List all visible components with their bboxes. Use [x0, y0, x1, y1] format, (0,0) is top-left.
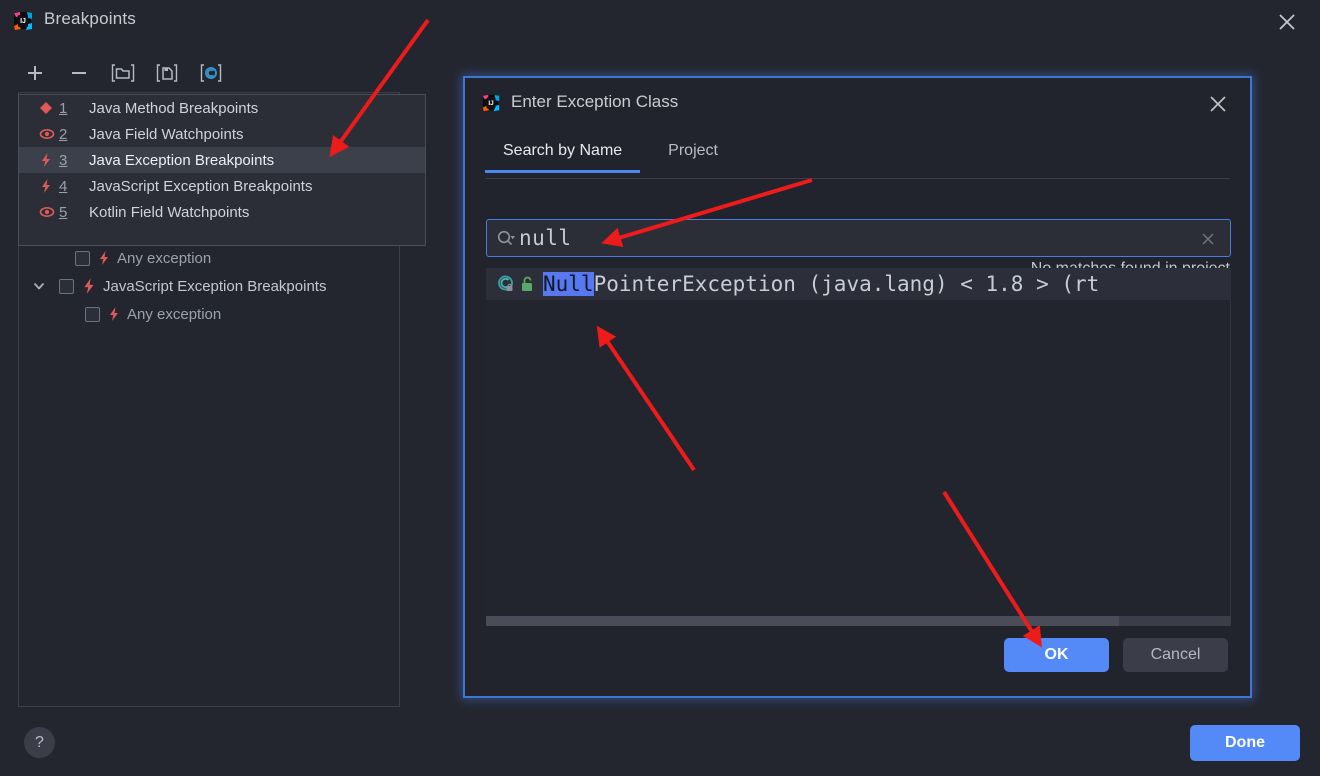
tree-row[interactable]: Any exception [75, 245, 211, 271]
dialog-title-bar: IJ Enter Exception Class [465, 78, 1250, 130]
help-button-label: ? [35, 733, 44, 751]
intellij-idea-logo-icon: IJ [12, 10, 34, 32]
bolt-exception-icon [97, 250, 111, 266]
add-breakpoint-button[interactable] [22, 60, 48, 86]
result-rest-text: PointerException (java.lang) < 1.8 > (rt [593, 272, 1100, 296]
dropdown-item-number: 4 [59, 177, 68, 195]
dialog-tabs: Search by Name Project [485, 136, 736, 173]
group-by-class-icon[interactable] [198, 60, 224, 86]
help-button[interactable]: ? [24, 727, 55, 758]
dropdown-item-label: JavaScript Exception Breakpoints [89, 177, 313, 195]
tree-row-label: Any exception [117, 249, 212, 267]
unlocked-public-icon [519, 275, 535, 293]
dropdown-item-label: Kotlin Field Watchpoints [89, 203, 250, 221]
result-row-nullpointerexception[interactable]: NullPointerException (java.lang) < 1.8 >… [486, 268, 1231, 300]
dropdown-item-number: 1 [59, 99, 68, 117]
dropdown-item-java-method-breakpoints[interactable]: 1 Java Method Breakpoints [19, 95, 425, 121]
group-by-file-icon[interactable] [154, 60, 180, 86]
clear-icon[interactable] [1198, 229, 1218, 249]
dialog-button-bar: OK Cancel [1004, 638, 1228, 672]
done-button-label: Done [1225, 734, 1265, 751]
dropdown-item-label: Java Method Breakpoints [89, 99, 259, 117]
search-input[interactable]: null [486, 219, 1231, 257]
dropdown-item-number: 5 [59, 203, 68, 221]
eye-watchpoint-icon [39, 127, 59, 141]
search-dropdown-icon[interactable] [496, 228, 518, 248]
tree-row[interactable]: JavaScript Exception Breakpoints [31, 273, 326, 299]
tree-row-checkbox[interactable] [75, 250, 90, 266]
dropdown-item-number: 2 [59, 125, 68, 143]
search-input-value: null [519, 226, 572, 250]
chevron-down-icon[interactable] [31, 278, 47, 294]
tree-row-checkbox[interactable] [59, 278, 74, 294]
tree-row-label: JavaScript Exception Breakpoints [103, 277, 327, 295]
tab-label: Search by Name [503, 142, 623, 159]
cancel-button[interactable]: Cancel [1123, 638, 1228, 672]
bolt-exception-icon [39, 152, 59, 168]
dropdown-item-javascript-exception-breakpoints[interactable]: 4 JavaScript Exception Breakpoints [19, 173, 425, 199]
bolt-exception-icon [81, 277, 97, 295]
group-by-folder-icon[interactable] [110, 60, 136, 86]
tab-search-by-name[interactable]: Search by Name [485, 136, 641, 173]
dropdown-item-kotlin-field-watchpoints[interactable]: 5 Kotlin Field Watchpoints [19, 199, 425, 225]
tabs-divider [485, 178, 1230, 179]
tab-project[interactable]: Project [650, 136, 736, 173]
breakpoint-type-dropdown[interactable]: 1 Java Method Breakpoints 2 Java Field W… [18, 94, 426, 246]
tree-row-label: Any exception [127, 305, 222, 323]
horizontal-scrollbar[interactable] [486, 616, 1119, 626]
breakpoints-toolbar [22, 58, 422, 88]
result-match-highlight: Null [543, 272, 594, 296]
dropdown-item-java-exception-breakpoints[interactable]: 3 Java Exception Breakpoints [19, 147, 425, 173]
window-title-bar: IJ Breakpoints [0, 0, 1320, 44]
ok-button-label: OK [1044, 646, 1069, 663]
dropdown-item-label: Java Field Watchpoints [89, 125, 244, 143]
results-list[interactable] [486, 268, 1231, 623]
intellij-idea-logo-icon: IJ [481, 93, 501, 113]
window-close-button[interactable] [1274, 9, 1300, 35]
tree-row-checkbox[interactable] [85, 306, 100, 322]
dialog-close-button[interactable] [1206, 92, 1230, 116]
done-button[interactable]: Done [1190, 725, 1300, 761]
window-title: Breakpoints [44, 9, 136, 28]
dropdown-item-label: Java Exception Breakpoints [89, 151, 275, 169]
tab-label: Project [668, 142, 718, 159]
dialog-title: Enter Exception Class [511, 92, 679, 111]
svg-text:IJ: IJ [488, 100, 494, 107]
bolt-exception-icon [39, 178, 59, 194]
dropdown-item-java-field-watchpoints[interactable]: 2 Java Field Watchpoints [19, 121, 425, 147]
diamond-breakpoint-icon [39, 101, 59, 115]
enter-exception-class-dialog: IJ Enter Exception Class Search by Name … [463, 76, 1252, 698]
eye-watchpoint-icon [39, 205, 59, 219]
ok-button[interactable]: OK [1004, 638, 1109, 672]
svg-text:IJ: IJ [20, 18, 26, 25]
cancel-button-label: Cancel [1150, 646, 1201, 663]
remove-breakpoint-button[interactable] [66, 60, 92, 86]
class-icon [496, 274, 516, 294]
breakpoints-window: IJ Breakpoints Any exception JavaScript … [0, 0, 1320, 776]
dropdown-item-number: 3 [59, 151, 68, 169]
result-row-text: NullPointerException (java.lang) < 1.8 >… [543, 272, 1099, 296]
bolt-exception-icon [107, 306, 121, 322]
tree-row[interactable]: Any exception [85, 301, 221, 327]
